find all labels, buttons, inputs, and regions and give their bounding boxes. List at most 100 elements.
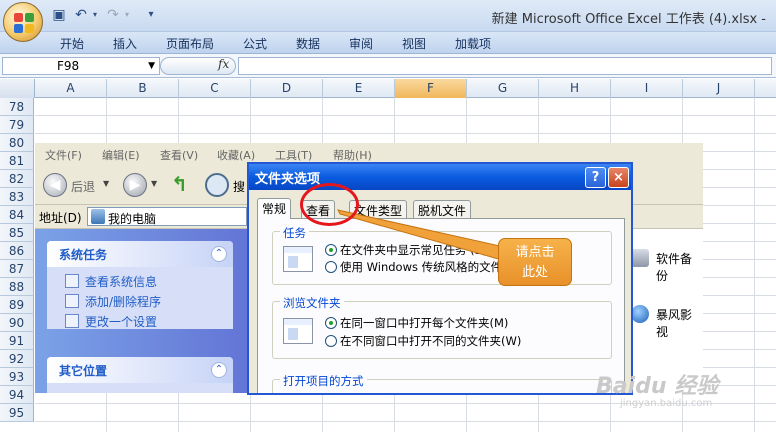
row-header[interactable]: 94 [0,386,34,404]
tasks-preview-icon [283,246,313,272]
close-button[interactable]: × [608,167,629,188]
menu-favorites[interactable]: 收藏(A) [217,147,255,163]
redo-dropdown-icon[interactable]: ▾ [118,6,136,24]
row-header[interactable]: 90 [0,314,34,332]
name-box[interactable]: F98 ▼ [2,57,160,75]
tab-review[interactable]: 审阅 [349,35,373,52]
system-tasks-title[interactable]: 系统任务 [47,241,233,267]
chevron-down-icon[interactable]: ▼ [148,58,155,74]
column-header[interactable]: E [323,79,395,98]
save-icon[interactable]: ▣ [50,6,68,24]
task-change-setting[interactable]: 更改一个设置 [65,313,157,331]
column-header[interactable]: D [251,79,323,98]
help-button[interactable]: ? [585,167,606,188]
ribbon-tabs: 开始 插入 页面布局 公式 数据 审阅 视图 加载项 [0,32,776,54]
tab-general[interactable]: 常规 [257,198,292,219]
collapse-icon[interactable]: ⌃ [211,362,227,378]
tab-formulas[interactable]: 公式 [243,35,267,52]
row-header[interactable]: 89 [0,296,34,314]
back-label[interactable]: 后退 [71,178,95,195]
row-header[interactable]: 78 [0,98,34,116]
column-header[interactable]: B [107,79,179,98]
callout-line: 此处 [521,265,548,280]
forward-arrow-icon[interactable]: ▶ [123,173,147,197]
row-header[interactable]: 92 [0,350,34,368]
computer-icon [91,209,105,224]
menu-edit[interactable]: 编辑(E) [102,147,140,163]
column-header[interactable]: I [611,79,683,98]
row-header[interactable]: 83 [0,188,34,206]
column-headers: A B C D E F G H I J [0,79,776,98]
radio-label: 在不同窗口中打开不同的文件夹(W) [340,334,522,348]
task-label: 添加/删除程序 [85,295,162,309]
radio-unselected[interactable] [325,335,337,347]
office-button[interactable] [3,2,43,42]
tab-insert[interactable]: 插入 [113,35,137,52]
watermark-subtext: jingyan.baidu.com [620,398,713,409]
column-header[interactable]: A [35,79,107,98]
column-header-selected[interactable]: F [395,79,467,98]
column-header[interactable]: G [467,79,539,98]
radio-separate-window[interactable]: 在不同窗口中打开不同的文件夹(W) [325,334,521,348]
back-arrow-icon[interactable]: ◀ [43,173,67,197]
task-add-remove-programs[interactable]: 添加/删除程序 [65,293,161,311]
office-logo-icon [14,13,34,33]
undo-dropdown-icon[interactable]: ▾ [86,6,104,24]
address-input[interactable]: 我的电脑 [87,207,247,226]
window-title: 新建 Microsoft Office Excel 工作表 (4).xlsx - [491,12,766,27]
tab-addins[interactable]: 加载项 [455,35,491,52]
column-header[interactable]: H [539,79,611,98]
menu-tools[interactable]: 工具(T) [275,147,312,163]
column-header[interactable]: C [179,79,251,98]
browse-group-label: 浏览文件夹 [280,295,344,311]
system-info-icon [65,274,79,288]
formula-input[interactable] [238,57,772,75]
drive-icon[interactable] [631,249,649,267]
row-header[interactable]: 79 [0,116,34,134]
search-label[interactable]: 搜 [233,178,245,195]
radio-selected[interactable] [325,317,337,329]
task-label: 更改一个设置 [85,315,158,329]
explorer-task-pane: 系统任务 ⌃ 查看系统信息 添加/删除程序 更改一个设置 其它位置 ⌃ [35,229,247,393]
title-bar: ▣ ↶ ▾ ↷ ▾ ▾ 新建 Microsoft Office Excel 工作… [0,0,776,32]
row-header[interactable]: 87 [0,260,34,278]
row-header[interactable]: 81 [0,152,34,170]
tab-data[interactable]: 数据 [296,35,320,52]
back-dropdown-icon[interactable]: ▼ [103,179,109,188]
other-places-title[interactable]: 其它位置 [47,357,233,383]
insert-function-button[interactable]: fx [218,57,229,71]
menu-help[interactable]: 帮助(H) [333,147,372,163]
row-header[interactable]: 85 [0,224,34,242]
collapse-icon[interactable]: ⌃ [211,246,227,262]
tab-page-layout[interactable]: 页面布局 [166,35,214,52]
control-panel-icon [65,314,79,328]
tab-view[interactable]: 视图 [402,35,426,52]
browse-preview-icon [283,318,313,344]
row-header[interactable]: 80 [0,134,34,152]
forward-dropdown-icon[interactable]: ▼ [151,179,157,188]
row-header[interactable]: 88 [0,278,34,296]
radio-same-window[interactable]: 在同一窗口中打开每个文件夹(M) [325,316,508,330]
address-label: 地址(D) [39,211,82,225]
select-all-corner[interactable] [0,79,35,98]
search-icon[interactable] [205,173,229,197]
customize-qat-icon[interactable]: ▾ [142,6,160,24]
desktop-item-label[interactable]: 暴风影视 [656,306,703,340]
callout-bubble: 请点击 此处 [498,238,572,286]
column-header[interactable]: J [683,79,755,98]
menu-file[interactable]: 文件(F) [45,147,82,163]
desktop-item-label[interactable]: 软件备份 [656,250,703,284]
row-header[interactable]: 95 [0,404,34,422]
tab-home[interactable]: 开始 [60,35,84,52]
row-header[interactable]: 82 [0,170,34,188]
row-header[interactable]: 91 [0,332,34,350]
row-header[interactable]: 84 [0,206,34,224]
storm-player-icon[interactable] [631,305,649,323]
row-header[interactable]: 93 [0,368,34,386]
up-folder-icon[interactable]: ↰ [171,173,193,197]
menu-view[interactable]: 查看(V) [160,147,198,163]
radio-label: 在同一窗口中打开每个文件夹(M) [340,316,509,330]
task-view-system-info[interactable]: 查看系统信息 [65,273,157,291]
row-header[interactable]: 86 [0,242,34,260]
add-remove-icon [65,294,79,308]
